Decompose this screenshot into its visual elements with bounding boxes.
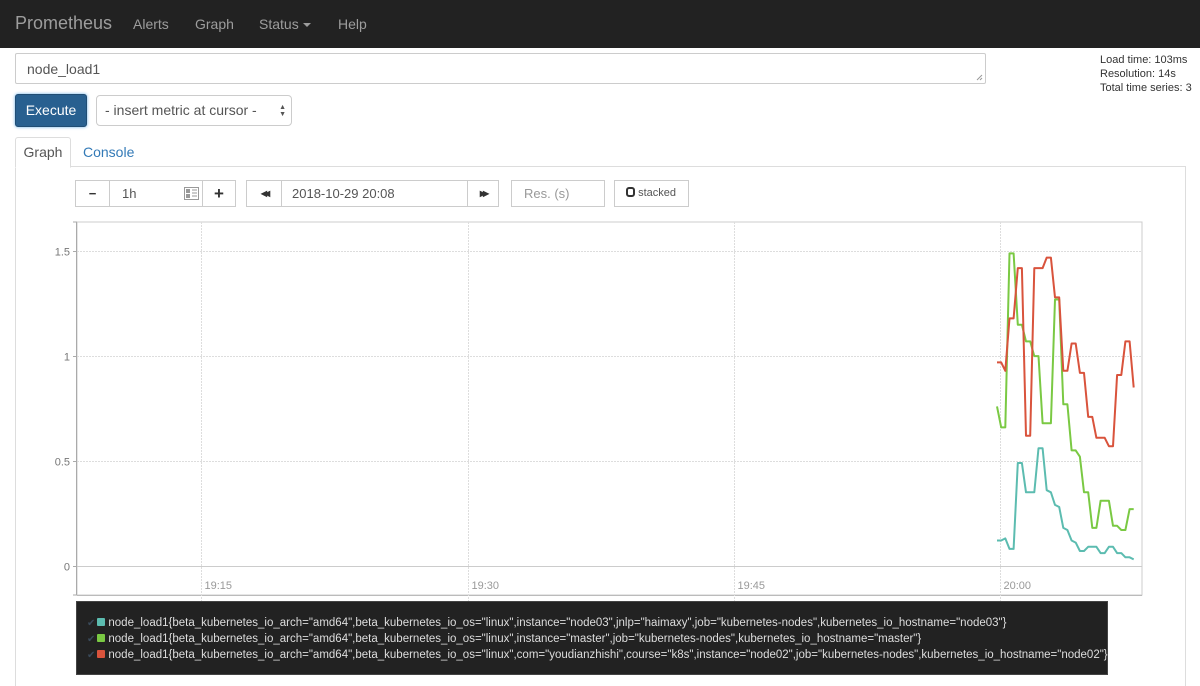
caret-down-icon [302, 23, 311, 28]
expression-value: node_load1 [27, 61, 101, 77]
x-tick-label: 19:45 [738, 580, 766, 592]
resize-grip-icon[interactable] [976, 74, 983, 81]
x-tick-label: 19:30 [472, 580, 500, 592]
check-icon: ✔ [87, 618, 96, 629]
legend-label: node_load1{beta_kubernetes_io_arch="amd6… [108, 633, 922, 645]
plot-frame [76, 221, 1143, 596]
nav-graph[interactable]: Graph [195, 16, 234, 32]
decrease-range-button[interactable]: − [75, 180, 110, 207]
step-back-button[interactable]: ◀◀ [246, 180, 282, 207]
end-time-input[interactable]: 2018-10-29 20:08 [281, 180, 468, 207]
metric-select-value: - insert metric at cursor - [105, 102, 257, 118]
stacked-circle-icon [626, 187, 635, 197]
tab-console[interactable]: Console [83, 144, 134, 160]
select-arrows-icon: ▲ ▼ [279, 104, 286, 118]
insert-metric-select[interactable]: - insert metric at cursor - ▲ ▼ [96, 95, 292, 126]
y-tick-label: 1 [64, 352, 70, 364]
query-stats: Load time: 103ms Resolution: 14s Total t… [1100, 53, 1192, 95]
check-icon: ✔ [87, 634, 96, 645]
stacked-label: stacked [638, 187, 676, 199]
step-forward-button[interactable]: ▶▶ [467, 180, 499, 207]
legend-item[interactable]: ✔ node_load1{beta_kubernetes_io_arch="amd… [77, 615, 1107, 631]
legend: ✔ node_load1{beta_kubernetes_io_arch="amd… [76, 601, 1108, 675]
legend-label: node_load1{beta_kubernetes_io_arch="amd6… [108, 649, 1108, 661]
range-picker-icon[interactable] [184, 187, 199, 200]
legend-item[interactable]: ✔ node_load1{beta_kubernetes_io_arch="amd… [77, 631, 1107, 647]
execute-button[interactable]: Execute [15, 94, 87, 127]
nav-alerts[interactable]: Alerts [133, 16, 169, 32]
increase-range-button[interactable]: + [202, 180, 236, 207]
series-swatch [97, 634, 106, 642]
y-tick-label: 1.5 [55, 247, 70, 259]
chart-svg: 0 0.5 1 1.5 19:15 19:30 19:45 20:00 [55, 221, 1143, 603]
resolution: Resolution: 14s [1100, 68, 1176, 80]
check-icon: ✔ [87, 650, 96, 661]
nav-status[interactable]: Status [259, 16, 311, 32]
load-time: Load time: 103ms [1100, 54, 1188, 66]
graph-chart[interactable]: 0 0.5 1 1.5 19:15 19:30 19:45 20:00 [0, 215, 1200, 605]
series-swatch [97, 618, 106, 626]
range-input[interactable]: 1h [109, 180, 203, 207]
nav-status-label: Status [259, 16, 299, 32]
y-tick-label: 0 [64, 562, 70, 574]
stacked-toggle[interactable]: stacked [614, 180, 689, 207]
navbar: Prometheus Alerts Graph Status Help [0, 0, 1200, 48]
tab-graph[interactable]: Graph [15, 137, 71, 168]
y-tick-label: 0.5 [55, 457, 70, 469]
range-value: 1h [122, 186, 137, 201]
nav-help[interactable]: Help [338, 16, 367, 32]
legend-item[interactable]: ✔ node_load1{beta_kubernetes_io_arch="amd… [77, 647, 1108, 663]
x-tick-label: 19:15 [205, 580, 233, 592]
resolution-input[interactable]: Res. (s) [511, 180, 605, 207]
series-line-0 [997, 447, 1135, 561]
brand-link[interactable]: Prometheus [15, 13, 112, 34]
x-tick-label: 20:00 [1004, 580, 1032, 592]
expression-input[interactable]: node_load1 [15, 53, 986, 84]
series-swatch [97, 650, 106, 658]
legend-label: node_load1{beta_kubernetes_io_arch="amd6… [108, 617, 1007, 629]
series-line-2 [997, 256, 1135, 448]
total-series: Total time series: 3 [1100, 82, 1192, 94]
